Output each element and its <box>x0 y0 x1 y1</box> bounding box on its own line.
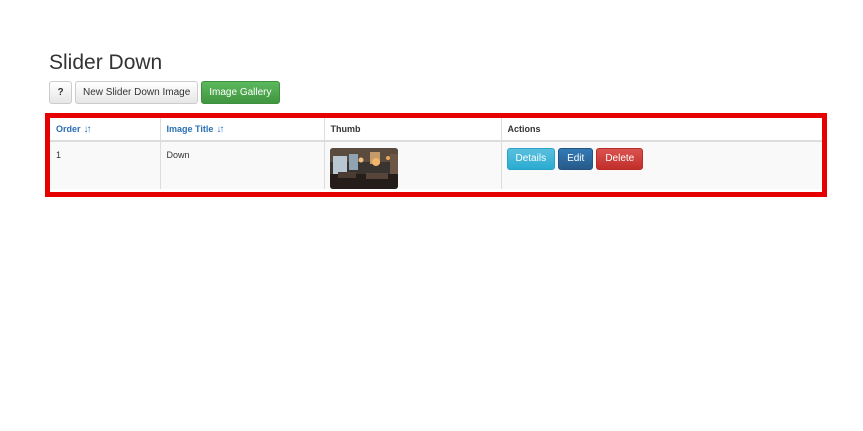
highlight-box <box>45 113 827 197</box>
page-title: Slider Down <box>49 51 163 74</box>
image-gallery-button[interactable]: Image Gallery <box>201 81 280 104</box>
toolbar: ? New Slider Down Image Image Gallery <box>49 81 280 104</box>
help-button[interactable]: ? <box>49 81 72 104</box>
new-slider-image-button[interactable]: New Slider Down Image <box>75 81 199 104</box>
